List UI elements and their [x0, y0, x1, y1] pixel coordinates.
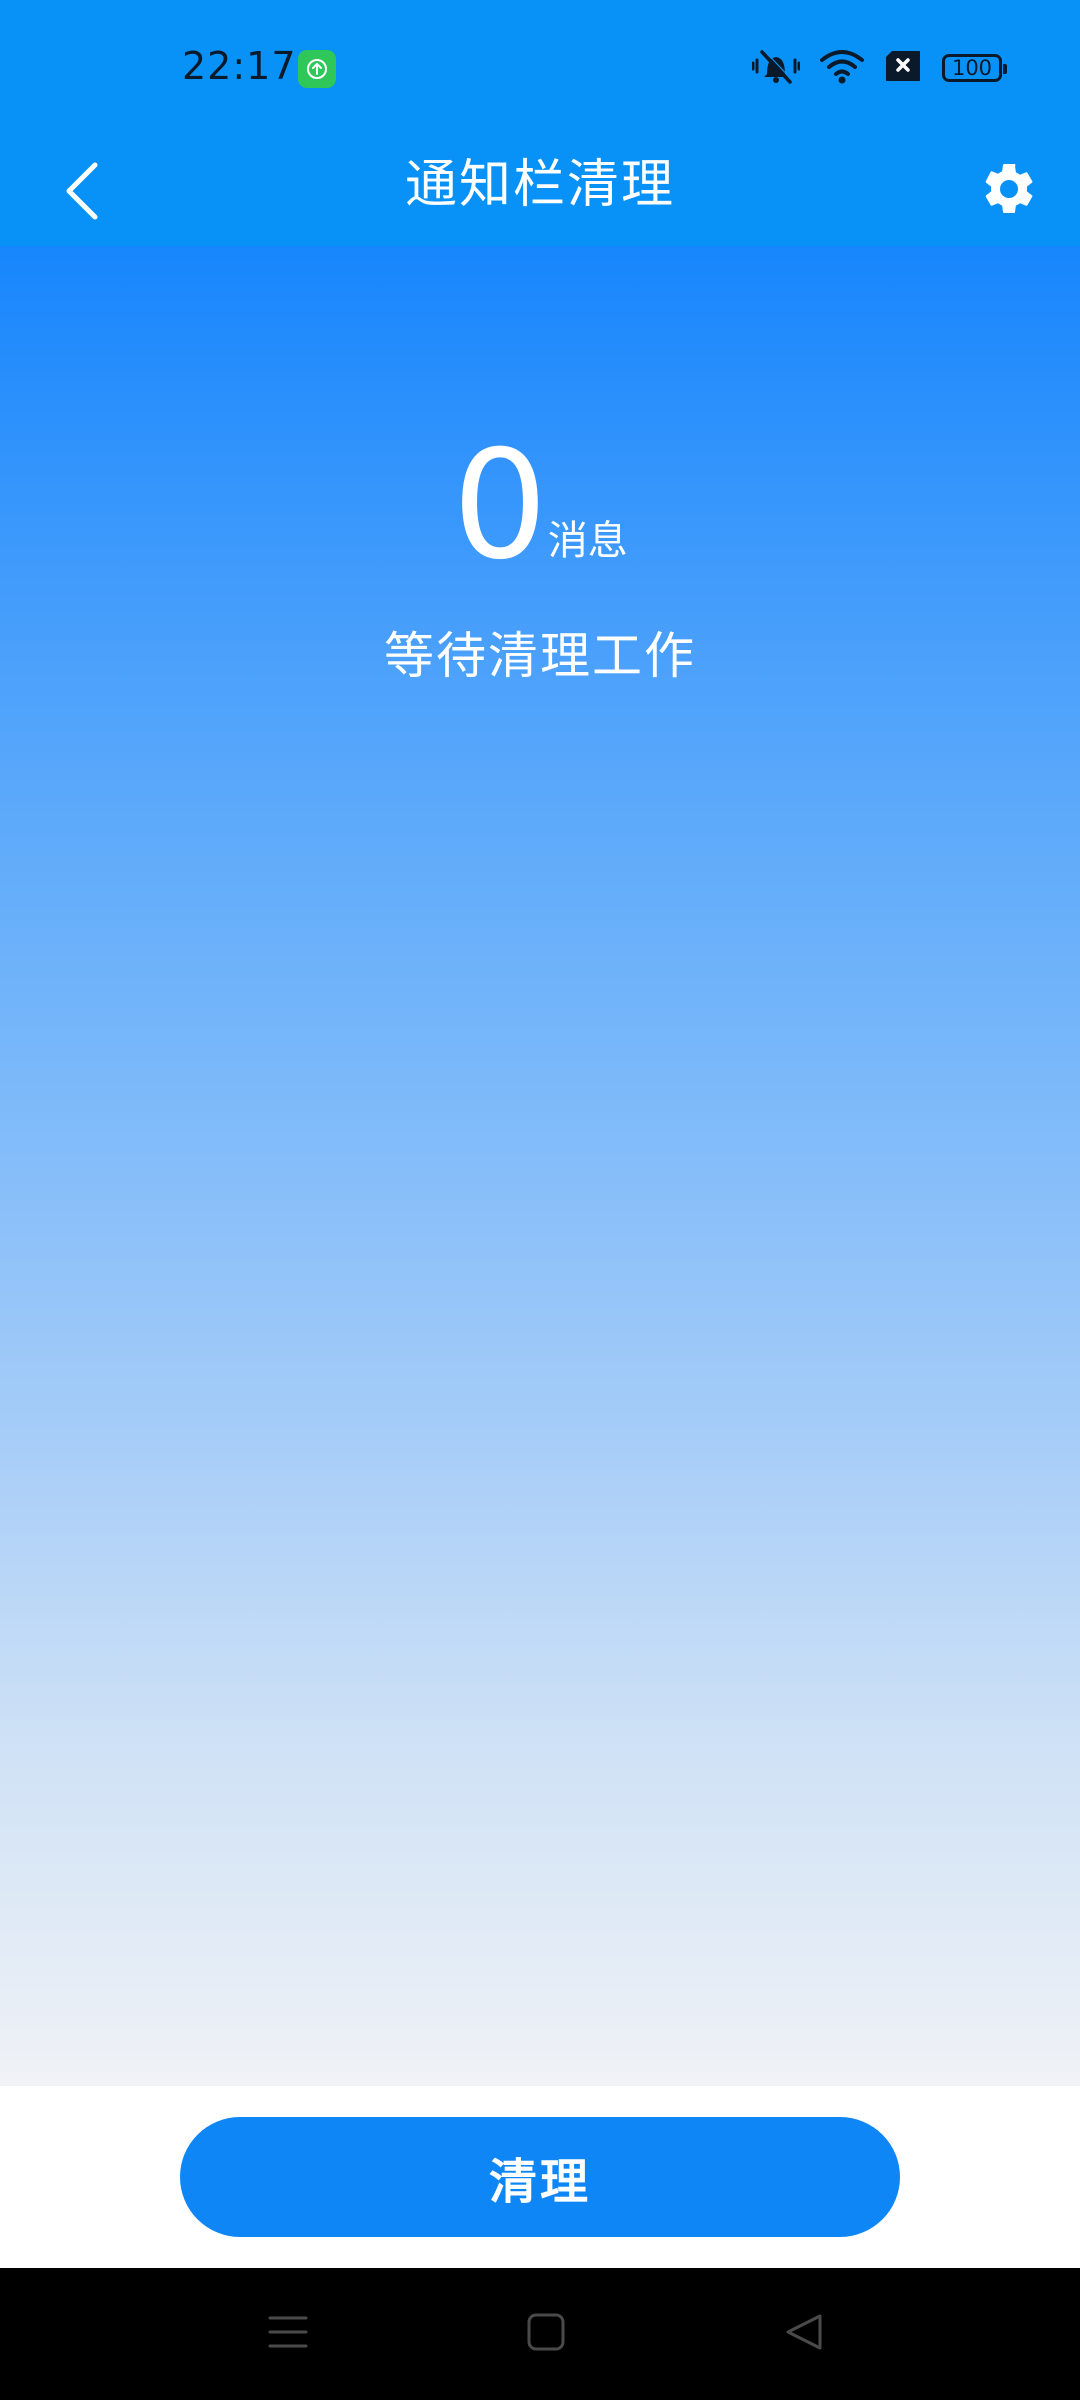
settings-button[interactable] [964, 146, 1054, 236]
status-icons: 100 [751, 46, 1007, 90]
message-count-block: 0消息 [0, 426, 1080, 586]
system-nav-bar [0, 2268, 1080, 2400]
nav-home-button[interactable] [516, 2304, 576, 2364]
nav-back-button[interactable] [774, 2304, 834, 2364]
app-header: 通知栏清理 [0, 140, 1080, 246]
status-bar: 22:17 100 [0, 0, 1080, 140]
clean-button[interactable]: 清理 [180, 2117, 900, 2237]
menu-icon [268, 2312, 308, 2356]
back-triangle-icon [784, 2312, 824, 2356]
gear-icon [979, 159, 1039, 223]
battery-icon: 100 [942, 54, 1007, 82]
main-area: 0消息 等待清理工作 [0, 246, 1080, 2086]
status-time: 22:17 [182, 44, 297, 88]
message-count: 0 [452, 419, 548, 593]
nav-menu-button[interactable] [258, 2304, 318, 2364]
wifi-icon [820, 48, 864, 88]
vibrate-mute-icon [751, 46, 801, 90]
home-icon [526, 2312, 566, 2356]
no-sim-icon [884, 49, 922, 87]
battery-level: 100 [951, 56, 993, 80]
bottom-action-panel: 清理 [0, 2086, 1080, 2268]
message-count-unit: 消息 [547, 518, 628, 564]
page-title: 通知栏清理 [404, 155, 675, 215]
upload-arrow-icon [298, 50, 336, 88]
cleanup-status-text: 等待清理工作 [384, 627, 696, 685]
